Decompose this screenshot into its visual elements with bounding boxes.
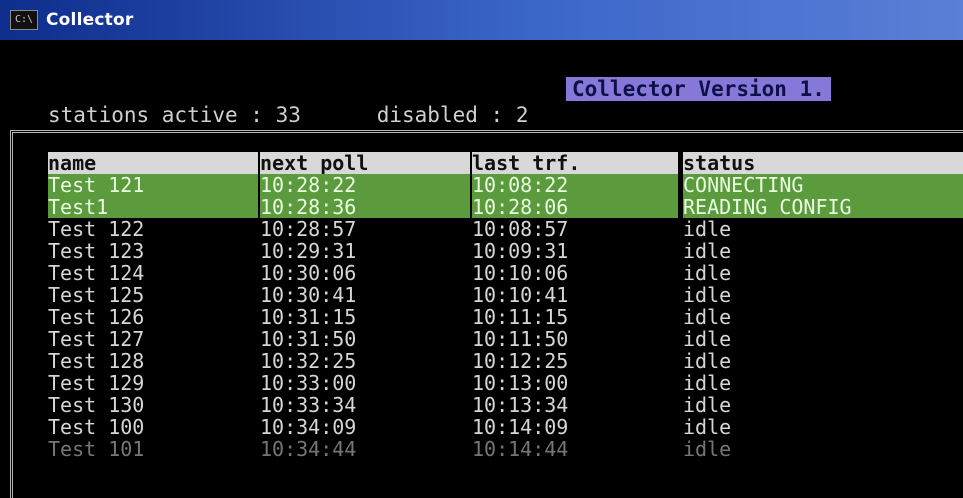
status-cell: idle [683, 416, 732, 438]
status-cell: idle [683, 438, 732, 460]
table-row[interactable]: Test 122 10:28:57 10:08:57 idle [48, 218, 963, 240]
status-cell: idle [683, 306, 732, 328]
next-poll-cell: 10:30:06 [260, 262, 357, 284]
station-name-cell: Test 130 [48, 394, 145, 416]
next-poll-cell: 10:28:36 [260, 196, 470, 218]
console-window-icon[interactable]: C:\ [10, 10, 38, 30]
last-transfer-cell: 10:11:15 [472, 306, 569, 328]
status-cell: idle [683, 284, 732, 306]
status-cell: idle [683, 218, 732, 240]
next-poll-cell: 10:32:25 [260, 350, 357, 372]
next-poll-cell: 10:33:00 [260, 372, 357, 394]
table-row[interactable]: Test 121 10:28:22 10:08:22 CONNECTING [48, 174, 963, 196]
status-cell: idle [683, 328, 732, 350]
table-body: Test 121 10:28:22 10:08:22 CONNECTING Test1 1… [48, 174, 963, 460]
last-transfer-cell: 10:12:25 [472, 350, 569, 372]
table-row[interactable]: Test 128 10:32:25 10:12:25 idle [48, 350, 963, 372]
next-poll-cell: 10:29:31 [260, 240, 357, 262]
table-row[interactable]: Test 130 10:33:34 10:13:34 idle [48, 394, 963, 416]
last-transfer-cell: 10:11:50 [472, 328, 569, 350]
station-name-cell: Test 127 [48, 328, 145, 350]
title-bar[interactable]: C:\ Collector [0, 0, 963, 40]
station-name-cell: Test1 [48, 196, 258, 218]
station-name-cell: Test 126 [48, 306, 145, 328]
table-row[interactable]: Test 125 10:30:41 10:10:41 idle [48, 284, 963, 306]
table-row[interactable]: Test 100 10:34:09 10:14:09 idle [48, 416, 963, 438]
station-name-cell: Test 100 [48, 416, 145, 438]
last-transfer-cell: 10:08:57 [472, 218, 569, 240]
next-poll-cell: 10:30:41 [260, 284, 357, 306]
window-title: Collector [46, 10, 134, 30]
table-row[interactable]: Test 123 10:29:31 10:09:31 idle [48, 240, 963, 262]
version-banner: Collector Version 1. [566, 77, 831, 101]
last-transfer-cell: 10:10:06 [472, 262, 569, 284]
status-cell: idle [683, 350, 732, 372]
status-cell: idle [683, 394, 732, 416]
station-name-cell: Test 128 [48, 350, 145, 372]
last-transfer-cell: 10:08:22 [472, 174, 678, 196]
stations-active-count: 33 [275, 103, 301, 127]
station-name-cell: Test 129 [48, 372, 145, 394]
next-poll-cell: 10:33:34 [260, 394, 357, 416]
table-row[interactable]: Test 129 10:33:00 10:13:00 idle [48, 372, 963, 394]
console-header-area: Collector Version 1. stations active : 3… [0, 40, 963, 130]
table-header-row: name next poll last trf. status [48, 152, 963, 174]
collector-window: C:\ Collector Collector Version 1. stati… [0, 0, 963, 498]
status-cell: idle [683, 262, 732, 284]
stations-disabled-label: disabled : [376, 103, 516, 127]
status-cell: idle [683, 372, 732, 394]
last-transfer-cell: 10:09:31 [472, 240, 569, 262]
table-row[interactable]: Test1 10:28:36 10:28:06 READING CONFIG [48, 196, 963, 218]
column-header-next-poll: next poll [260, 152, 470, 174]
next-poll-cell: 10:28:22 [260, 174, 470, 196]
last-transfer-cell: 10:10:41 [472, 284, 569, 306]
station-name-cell: Test 125 [48, 284, 145, 306]
station-name-cell: Test 101 [48, 438, 145, 460]
next-poll-cell: 10:28:57 [260, 218, 357, 240]
station-name-cell: Test 124 [48, 262, 145, 284]
table-row[interactable]: Test 127 10:31:50 10:11:50 idle [48, 328, 963, 350]
stations-active-label: stations active : [48, 103, 276, 127]
last-transfer-cell: 10:14:44 [472, 438, 569, 460]
status-cell: idle [683, 240, 732, 262]
last-transfer-cell: 10:14:09 [472, 416, 569, 438]
status-cell: READING CONFIG [683, 196, 963, 218]
next-poll-cell: 10:34:09 [260, 416, 357, 438]
station-name-cell: Test 122 [48, 218, 145, 240]
next-poll-cell: 10:31:50 [260, 328, 357, 350]
next-poll-cell: 10:34:44 [260, 438, 357, 460]
last-transfer-cell: 10:28:06 [472, 196, 678, 218]
stations-status-line: stations active : 33 disabled : 2 [48, 102, 528, 128]
table-row[interactable]: Test 124 10:30:06 10:10:06 idle [48, 262, 963, 284]
station-name-cell: Test 123 [48, 240, 145, 262]
column-header-status: status [683, 152, 963, 174]
status-cell: CONNECTING [683, 174, 963, 196]
stations-table: name next poll last trf. status Test 121… [48, 152, 963, 460]
last-transfer-cell: 10:13:34 [472, 394, 569, 416]
column-header-last-trf: last trf. [472, 152, 678, 174]
table-row[interactable]: Test 101 10:34:44 10:14:44 idle [48, 438, 963, 460]
next-poll-cell: 10:31:15 [260, 306, 357, 328]
column-header-name: name [48, 152, 258, 174]
table-row[interactable]: Test 126 10:31:15 10:11:15 idle [48, 306, 963, 328]
stations-disabled-count: 2 [515, 103, 529, 127]
station-name-cell: Test 121 [48, 174, 258, 196]
last-transfer-cell: 10:13:00 [472, 372, 569, 394]
